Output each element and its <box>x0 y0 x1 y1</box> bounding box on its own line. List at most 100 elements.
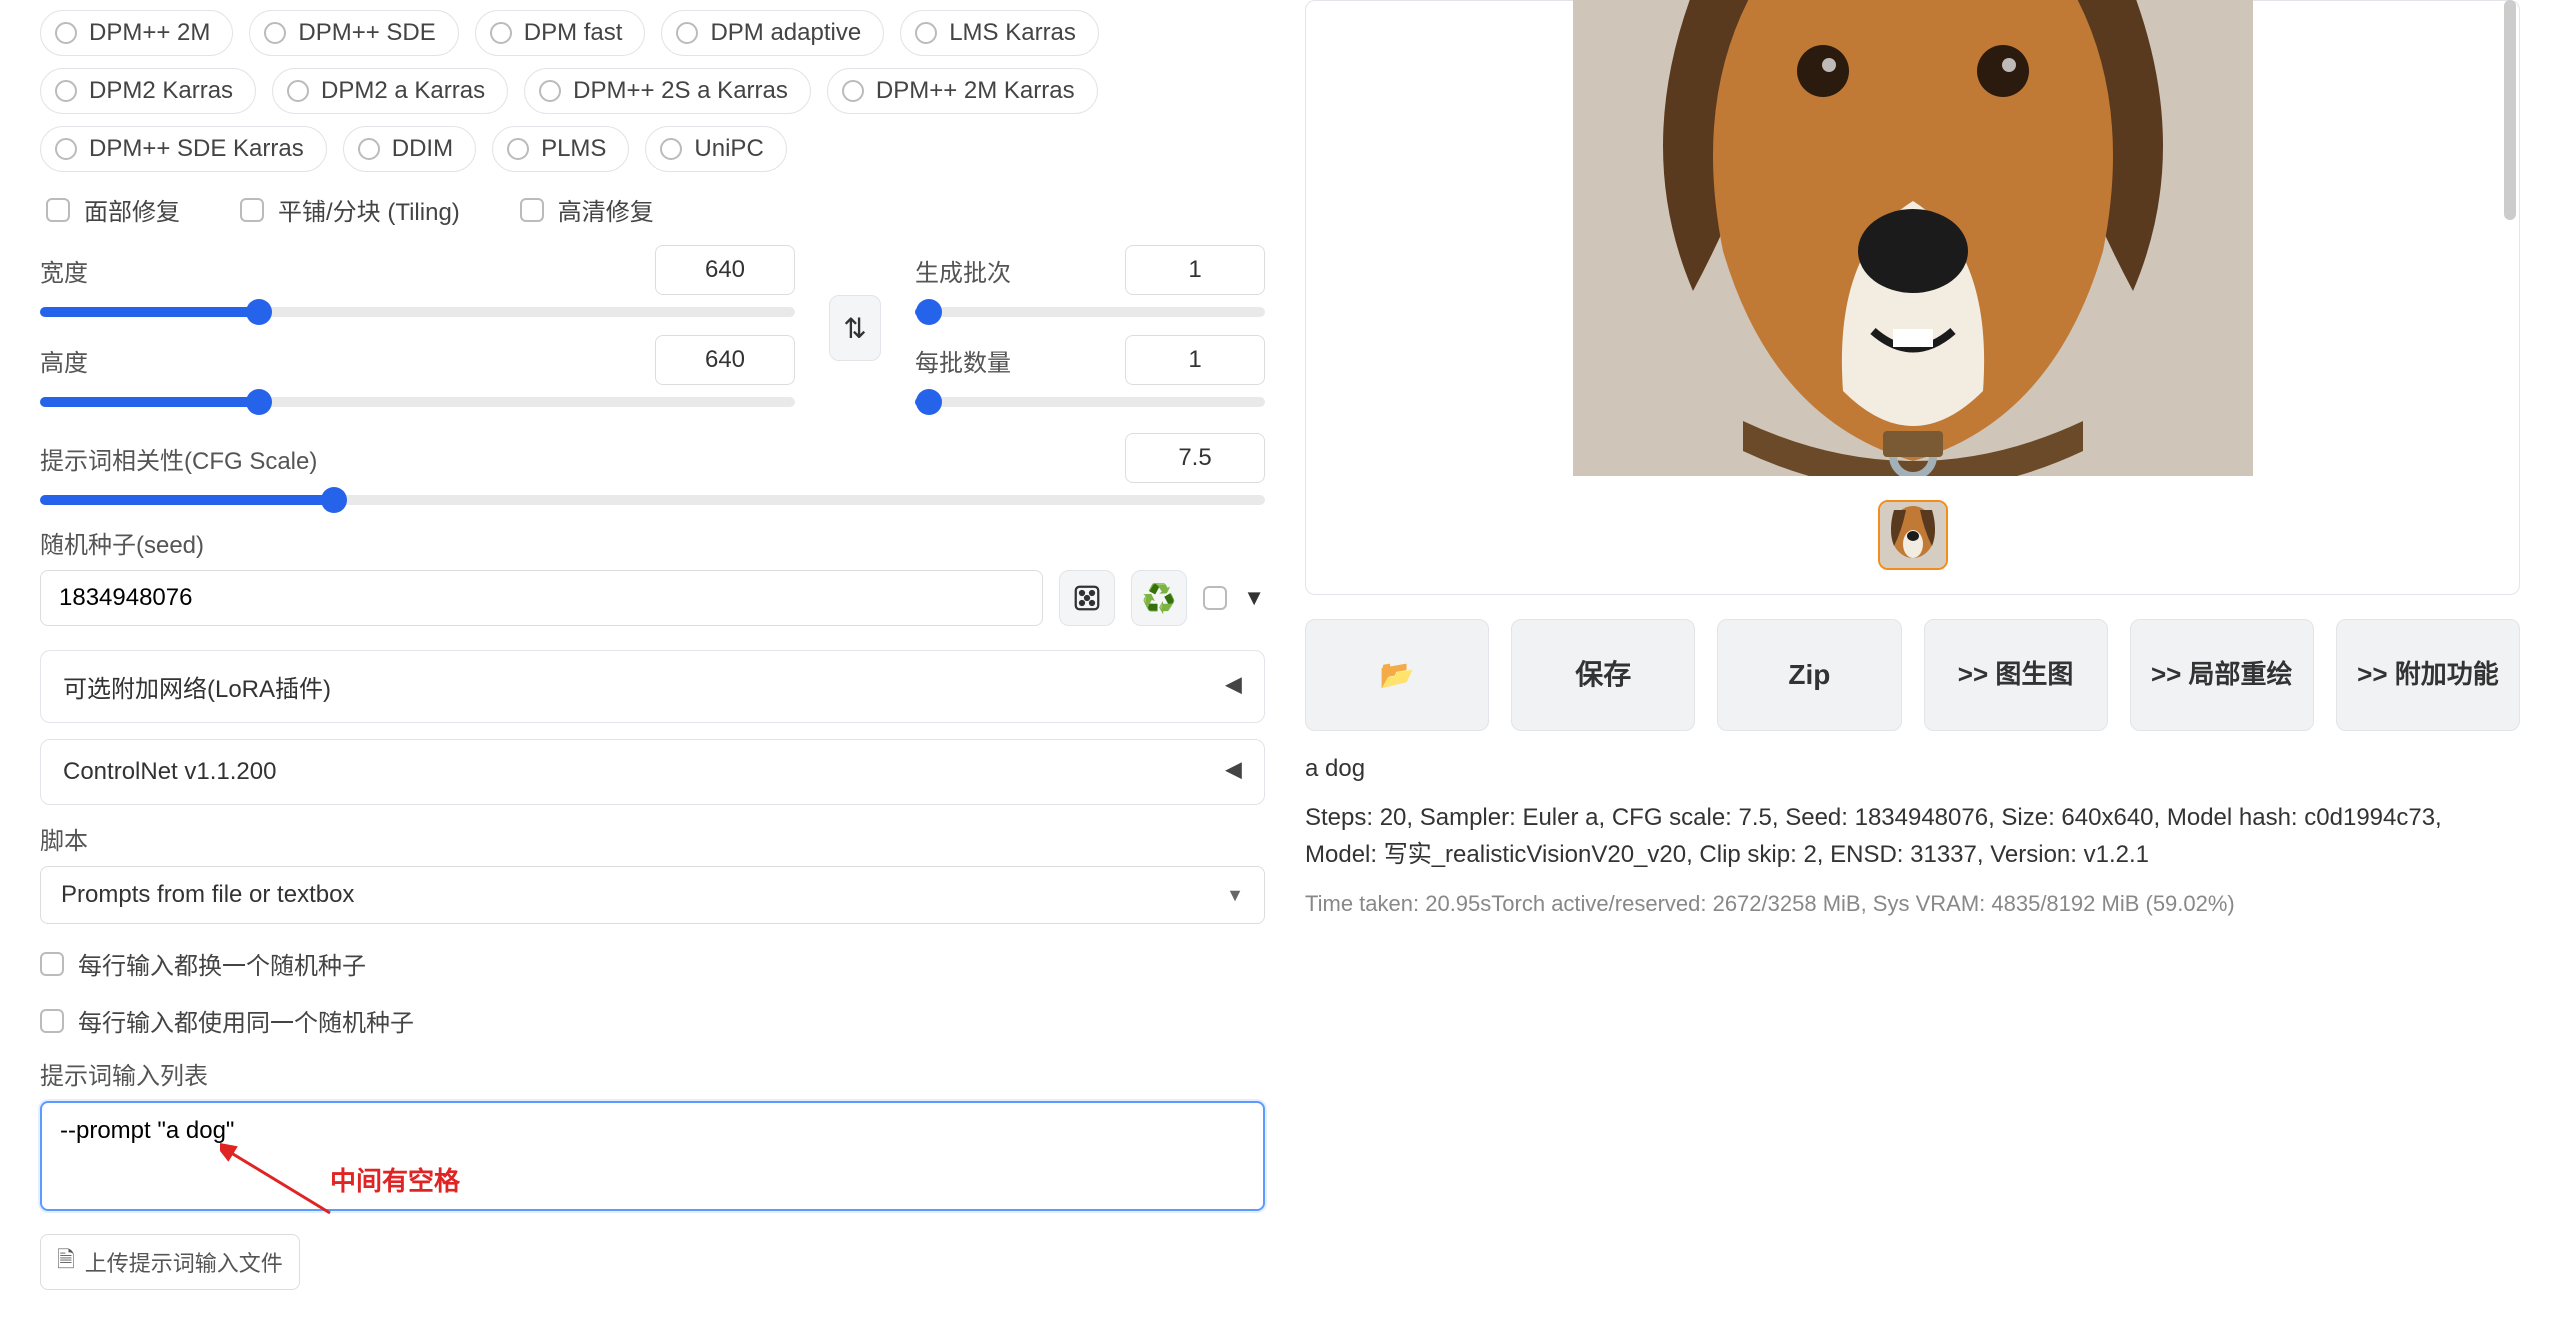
sampler-option-label: DPM++ 2M Karras <box>876 77 1075 105</box>
radio-icon <box>264 22 286 44</box>
sampler-option-label: DPM adaptive <box>710 19 861 47</box>
sampler-option-label: DPM++ 2S a Karras <box>573 77 788 105</box>
sampler-option-label: DPM2 a Karras <box>321 77 485 105</box>
accordion-arrow-icon: ▶ <box>1225 674 1242 700</box>
batch-count-input[interactable] <box>1125 245 1265 295</box>
result-prompt: a dog <box>1305 755 2520 783</box>
face-restore-label: 面部修复 <box>84 192 180 227</box>
sampler-option-label: DPM2 Karras <box>89 77 233 105</box>
radio-icon <box>358 138 380 160</box>
controlnet-accordion[interactable]: ControlNet v1.1.200 ▶ <box>40 739 1265 805</box>
script-selected: Prompts from file or textbox <box>61 881 354 909</box>
prompt-list-textarea[interactable] <box>40 1101 1265 1211</box>
sampler-option[interactable]: DPM fast <box>475 10 646 56</box>
seed-expand-button[interactable]: ▼ <box>1243 585 1265 611</box>
radio-icon <box>55 138 77 160</box>
face-restore-checkbox[interactable] <box>46 198 70 222</box>
action-buttons-row: 📂 保存 Zip >> 图生图 >> 局部重绘 >> 附加功能 <box>1305 619 2520 731</box>
radio-icon <box>915 22 937 44</box>
open-folder-button[interactable]: 📂 <box>1305 619 1489 731</box>
radio-icon <box>287 80 309 102</box>
sampler-option-label: LMS Karras <box>949 19 1076 47</box>
width-slider[interactable] <box>40 307 795 317</box>
sampler-option-label: PLMS <box>541 135 606 163</box>
sampler-option[interactable]: DPM2 a Karras <box>272 68 508 114</box>
seed-input[interactable] <box>40 570 1043 626</box>
sampler-option[interactable]: DPM++ SDE Karras <box>40 126 327 172</box>
height-slider[interactable] <box>40 397 795 407</box>
dropdown-caret-icon: ▼ <box>1226 885 1244 906</box>
sampler-option[interactable]: PLMS <box>492 126 629 172</box>
iterate-seed-label: 每行输入都换一个随机种子 <box>78 946 366 981</box>
sampler-row-1: DPM++ 2M DPM++ SDE DPM fast DPM adaptive LMS… <box>40 10 1265 56</box>
same-seed-label: 每行输入都使用同一个随机种子 <box>78 1003 414 1038</box>
sampler-row-2: DPM2 Karras DPM2 a Karras DPM++ 2S a Karra… <box>40 68 1265 114</box>
height-label: 高度 <box>40 343 88 378</box>
seed-extra-checkbox[interactable] <box>1203 586 1227 610</box>
folder-icon: 📂 <box>1380 657 1415 693</box>
toggles-row: 面部修复 平铺/分块 (Tiling) 高清修复 <box>40 192 1265 227</box>
sampler-option[interactable]: DPM++ 2M <box>40 10 233 56</box>
file-icon: 🗎 <box>57 1243 75 1281</box>
radio-icon <box>490 22 512 44</box>
result-thumbnail[interactable] <box>1878 500 1948 570</box>
send-to-extras-button[interactable]: >> 附加功能 <box>2336 619 2520 731</box>
sampler-option-label: DPM++ SDE <box>298 19 435 47</box>
lora-label: 可选附加网络(LoRA插件) <box>63 669 331 704</box>
lora-accordion[interactable]: 可选附加网络(LoRA插件) ▶ <box>40 650 1265 723</box>
sampler-option[interactable]: DPM2 Karras <box>40 68 256 114</box>
tiling-checkbox[interactable] <box>240 198 264 222</box>
sampler-option[interactable]: DPM++ SDE <box>249 10 458 56</box>
sampler-option-label: UniPC <box>694 135 763 163</box>
accordion-arrow-icon: ▶ <box>1225 759 1242 785</box>
radio-icon <box>55 22 77 44</box>
batch-count-label: 生成批次 <box>915 253 1011 288</box>
result-image-area <box>1305 0 2520 595</box>
sampler-option-label: DPM fast <box>524 19 623 47</box>
batch-size-slider[interactable] <box>915 397 1265 407</box>
sampler-option-label: DPM++ SDE Karras <box>89 135 304 163</box>
result-timing: Time taken: 20.95sTorch active/reserved:… <box>1305 891 2520 917</box>
hires-label: 高清修复 <box>558 192 654 227</box>
upload-label: 上传提示词输入文件 <box>85 1246 283 1278</box>
radio-icon <box>539 80 561 102</box>
sampler-option-label: DDIM <box>392 135 453 163</box>
batch-count-slider[interactable] <box>915 307 1265 317</box>
hires-checkbox[interactable] <box>520 198 544 222</box>
swap-dimensions-button[interactable]: ⇅ <box>829 295 881 361</box>
script-select[interactable]: Prompts from file or textbox ▼ <box>40 866 1265 924</box>
radio-icon <box>660 138 682 160</box>
sampler-option[interactable]: UniPC <box>645 126 786 172</box>
controlnet-label: ControlNet v1.1.200 <box>63 758 276 786</box>
radio-icon <box>842 80 864 102</box>
dice-button[interactable] <box>1059 570 1115 626</box>
sampler-option[interactable]: LMS Karras <box>900 10 1099 56</box>
tiling-label: 平铺/分块 (Tiling) <box>278 192 460 227</box>
sampler-option[interactable]: DPM adaptive <box>661 10 884 56</box>
sampler-option[interactable]: DPM++ 2S a Karras <box>524 68 811 114</box>
upload-prompt-file-button[interactable]: 🗎 上传提示词输入文件 <box>40 1234 300 1290</box>
prompt-list-label: 提示词输入列表 <box>40 1056 1265 1091</box>
batch-size-input[interactable] <box>1125 335 1265 385</box>
sampler-option[interactable]: DPM++ 2M Karras <box>827 68 1098 114</box>
recycle-button[interactable]: ♻️ <box>1131 570 1187 626</box>
seed-label: 随机种子(seed) <box>40 525 1265 560</box>
iterate-seed-checkbox[interactable] <box>40 952 64 976</box>
same-seed-checkbox[interactable] <box>40 1009 64 1033</box>
save-button[interactable]: 保存 <box>1511 619 1695 731</box>
send-to-inpaint-button[interactable]: >> 局部重绘 <box>2130 619 2314 731</box>
cfg-label: 提示词相关性(CFG Scale) <box>40 441 317 476</box>
send-to-img2img-button[interactable]: >> 图生图 <box>1924 619 2108 731</box>
width-input[interactable] <box>655 245 795 295</box>
result-image[interactable] <box>1573 0 2253 476</box>
radio-icon <box>55 80 77 102</box>
radio-icon <box>676 22 698 44</box>
result-parameters: Steps: 20, Sampler: Euler a, CFG scale: … <box>1305 799 2520 873</box>
cfg-input[interactable] <box>1125 433 1265 483</box>
cfg-slider[interactable] <box>40 495 1265 505</box>
zip-button[interactable]: Zip <box>1717 619 1901 731</box>
right-scrollbar[interactable] <box>2502 0 2516 1329</box>
height-input[interactable] <box>655 335 795 385</box>
sampler-option[interactable]: DDIM <box>343 126 476 172</box>
sampler-option-label: DPM++ 2M <box>89 19 210 47</box>
